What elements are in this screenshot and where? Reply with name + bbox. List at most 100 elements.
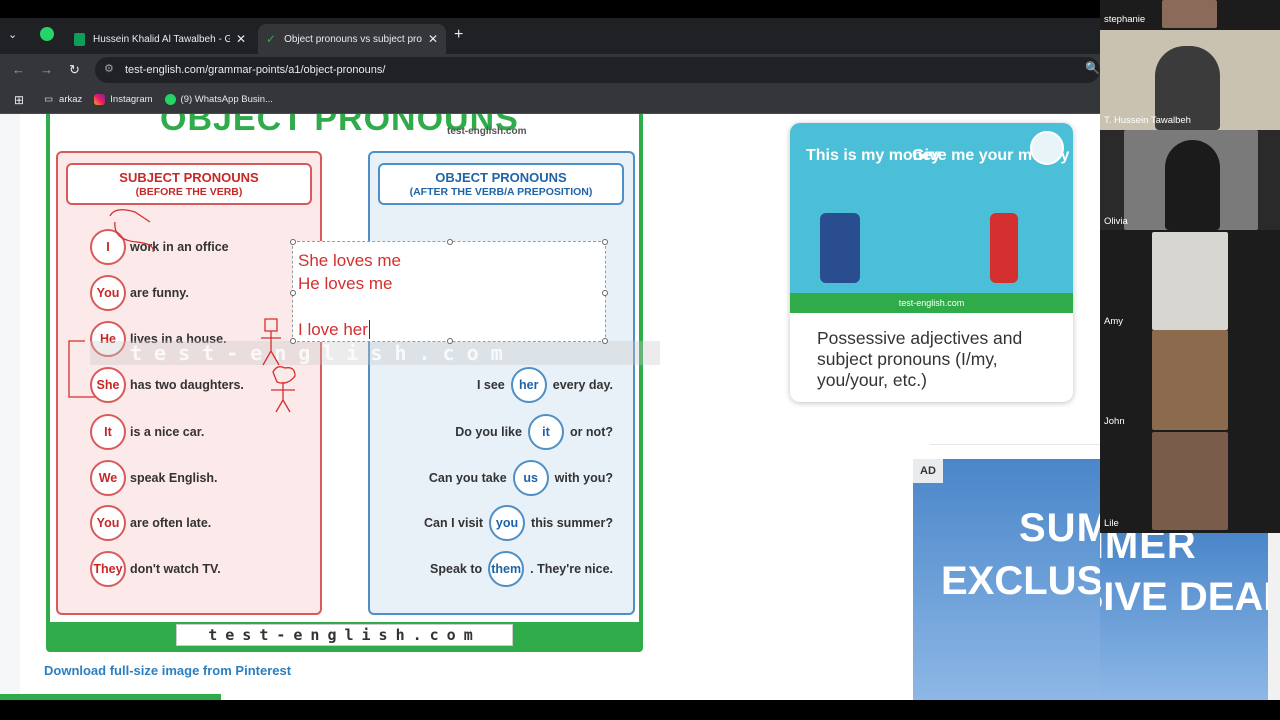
participant-tile[interactable]: stephanie: [1100, 0, 1280, 30]
participant-tile[interactable]: T. Hussein Tawalbeh: [1100, 30, 1280, 130]
annotation-text-box[interactable]: She loves me He loves me I love her: [290, 239, 608, 344]
pronoun-circle: you: [489, 505, 526, 541]
subject-header-subtitle: (BEFORE THE VERB): [135, 186, 243, 198]
video-call-panel: stephanie T. Hussein Tawalbeh Olivia Amy…: [1100, 0, 1280, 533]
resize-handle[interactable]: [447, 239, 453, 245]
page-scrollbar[interactable]: [1268, 533, 1280, 700]
participant-tile[interactable]: John: [1100, 330, 1280, 430]
subject-header-title: SUBJECT PRONOUNS: [119, 170, 259, 185]
participant-name: John: [1104, 416, 1125, 427]
forward-icon[interactable]: →: [40, 62, 53, 77]
bookmark-instagram[interactable]: Instagram: [94, 94, 153, 105]
tab-title: Object pronouns vs subject pro: [284, 33, 422, 45]
resize-handle[interactable]: [602, 239, 608, 245]
pronoun-circle: We: [90, 460, 126, 496]
pen-stroke: [109, 209, 154, 253]
participant-name: Olivia: [1104, 216, 1128, 227]
subject-row: They don't watch TV.: [58, 550, 320, 588]
object-header: OBJECT PRONOUNS (AFTER THE VERB/A PREPOS…: [378, 163, 624, 205]
participant-tile[interactable]: Olivia: [1100, 130, 1280, 230]
related-lesson-card[interactable]: This is my money Give me your money test…: [790, 123, 1073, 402]
stick-figure-he: [261, 318, 281, 366]
card-image: This is my money Give me your money test…: [790, 123, 1073, 313]
reload-icon[interactable]: ↻: [69, 62, 80, 78]
back-icon[interactable]: ←: [12, 62, 25, 77]
tab-object-pronouns[interactable]: ✓ Object pronouns vs subject pro ✕: [258, 24, 446, 54]
sentence-text: are often late.: [130, 516, 212, 530]
resize-handle[interactable]: [290, 338, 296, 344]
text-line: She loves me: [298, 251, 401, 270]
pronoun-circle: her: [510, 367, 547, 403]
bookmark-arkaz[interactable]: ▭ arkaz: [44, 94, 82, 105]
bookmark-label: Instagram: [110, 94, 153, 105]
left-margin: [0, 114, 20, 700]
participant-tile[interactable]: Amy: [1100, 230, 1280, 330]
brand-small: test-english.com: [447, 126, 527, 137]
close-icon[interactable]: ✕: [428, 32, 438, 46]
screen: ⌄ Hussein Khalid Al Tawalbeh - G ✕ ✓ Obj…: [0, 0, 1280, 720]
instagram-icon: [94, 94, 106, 105]
advertisement[interactable]: AD SUMMER EXCLUSIVE DEALS: [913, 459, 1100, 700]
close-icon[interactable]: ✕: [236, 32, 246, 46]
bookmarks-bar: ⊞ ▭ arkaz Instagram (9) WhatsApp Busin..…: [0, 86, 1100, 114]
resize-handle[interactable]: [447, 338, 453, 344]
download-pinterest-link[interactable]: Download full-size image from Pinterest: [44, 663, 291, 678]
pronoun-circle: You: [90, 505, 126, 541]
bottom-brand: test-english.com: [176, 624, 513, 646]
sentence-text: Do you like: [455, 425, 522, 439]
site-settings-icon[interactable]: ⚙: [104, 62, 114, 75]
resize-handle[interactable]: [602, 290, 608, 296]
participant-video: [1165, 140, 1220, 230]
card-image-footer: test-english.com: [790, 293, 1073, 313]
level-badge-icon: [1030, 131, 1064, 165]
sentence-text: with you?: [554, 471, 613, 485]
whatsapp-icon: [164, 94, 176, 105]
advertisement-continued[interactable]: SUMMER EXCLUSIVE DEALS: [1100, 533, 1268, 700]
resize-handle[interactable]: [602, 338, 608, 344]
pronoun-circle: us: [512, 460, 549, 496]
zoom-icon[interactable]: 🔍: [1085, 61, 1100, 75]
sentence-text: is a nice car.: [130, 425, 205, 439]
whatsapp-tab-icon[interactable]: [40, 27, 54, 41]
subject-row: We speak English.: [58, 459, 320, 497]
apps-icon[interactable]: ⊞: [14, 93, 24, 107]
participant-video: [1152, 232, 1228, 330]
participant-video: [1152, 330, 1228, 430]
object-row: Can you take us with you?: [370, 459, 633, 497]
resize-handle[interactable]: [290, 290, 296, 296]
text-cursor: [368, 320, 370, 339]
tab-sheets[interactable]: Hussein Khalid Al Tawalbeh - G ✕: [66, 24, 254, 54]
object-header-subtitle: (AFTER THE VERB/A PREPOSITION): [409, 186, 593, 198]
folder-icon: ▭: [44, 94, 54, 105]
object-row: Speak to them . They're nice.: [370, 550, 633, 588]
object-row: Can I visit you this summer?: [370, 504, 633, 542]
sentence-text: Can I visit: [423, 516, 484, 530]
participant-name: stephanie: [1104, 14, 1146, 25]
participant-name: Lile: [1104, 518, 1119, 529]
subject-row: You are often late.: [58, 504, 320, 542]
pen-annotations: [68, 209, 296, 413]
participant-video: [1152, 432, 1228, 530]
pronoun-circle: it: [527, 414, 564, 450]
resize-handle[interactable]: [290, 239, 296, 245]
participant-tile[interactable]: Lile: [1100, 430, 1280, 533]
url-input[interactable]: ⚙ test-english.com/grammar-points/a1/obj…: [95, 57, 1100, 83]
sentence-text: Speak to: [430, 562, 483, 576]
sentence-text: . They're nice.: [530, 562, 613, 576]
object-row: I see her every day.: [370, 366, 633, 404]
top-edge: [0, 0, 1100, 18]
text-line: He loves me: [298, 274, 393, 293]
pen-bracket: [68, 340, 95, 398]
text-line-content: I love her: [298, 320, 368, 339]
character-illustration: [990, 213, 1018, 283]
ad-subheadline: EXCLUSIVE DEALS: [941, 559, 1100, 603]
object-header-title: OBJECT PRONOUNS: [435, 170, 567, 185]
bookmark-whatsapp[interactable]: (9) WhatsApp Busin...: [164, 94, 273, 105]
sheets-icon: [74, 32, 85, 46]
ad-label: AD: [913, 459, 943, 483]
tab-search-icon[interactable]: ⌄: [8, 28, 17, 41]
new-tab-button[interactable]: +: [454, 26, 463, 44]
bookmark-label: arkaz: [59, 94, 83, 105]
sentence-text: every day.: [552, 378, 613, 392]
check-icon: ✓: [266, 32, 277, 46]
